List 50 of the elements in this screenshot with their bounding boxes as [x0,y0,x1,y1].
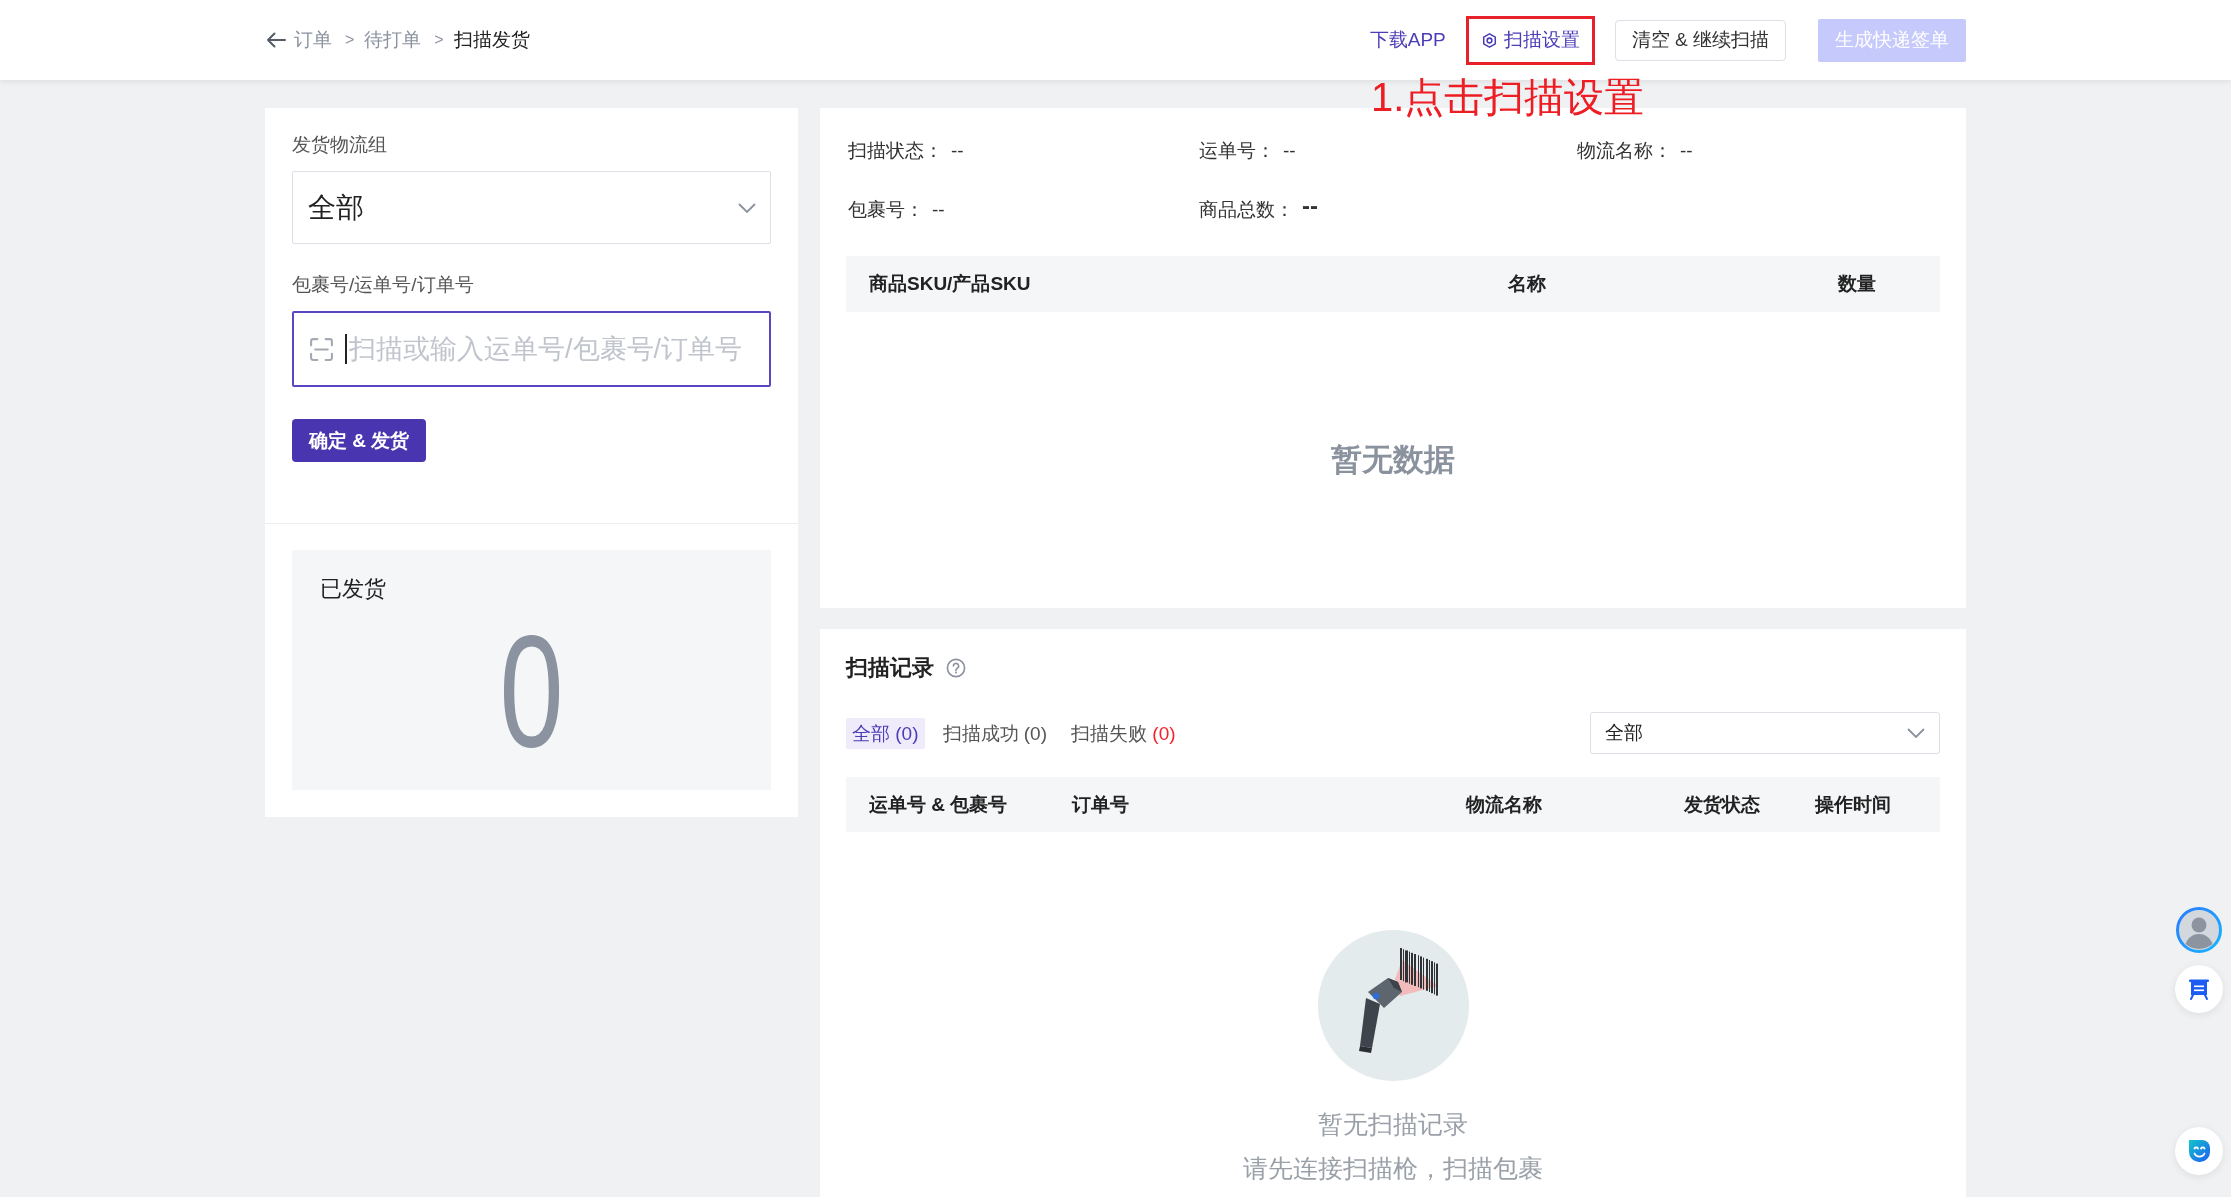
breadcrumb-separator: > [434,30,444,50]
text-link[interactable]: 下载APP [1369,19,1446,61]
easel-icon[interactable] [2175,965,2223,1013]
info-label: 商品总数： [1199,198,1294,222]
info-label: 包裹号： [848,198,924,222]
column-header: 商品SKU/产品SKU [869,272,1031,296]
field-label: 包裹号/运单号/订单号 [292,273,475,297]
info-label: 物流名称： [1577,139,1672,163]
column-header: 操作时间 [1815,792,1891,817]
column-header: 运单号 & 包裹号 [869,792,1008,817]
gear-icon [1480,31,1498,49]
column-header: 数量 [1838,272,1876,296]
empty-hint: 请先连接扫描枪，扫描包裹 [1243,1153,1543,1183]
settings-link[interactable]: 扫描设置 [1465,15,1595,65]
breadcrumb-separator: > [345,30,355,50]
outline-button[interactable]: 清空 & 继续扫描 [1614,19,1786,61]
smiley-icon[interactable] [2175,1127,2223,1175]
info-value: -- [1302,193,1318,219]
avatar-icon[interactable] [2176,907,2222,953]
info-value: -- [932,198,945,222]
info-label: 运单号： [1199,139,1275,163]
section-title: 扫描记录 [846,655,934,681]
info-value: -- [951,139,964,163]
filter-tab[interactable]: 全部 (0) [846,717,925,749]
scan-icon [309,337,334,362]
stat-label: 已发货 [320,575,386,603]
filter-tab[interactable]: 扫描成功 (0) [936,717,1054,749]
input-field[interactable]: 扫描或输入运单号/包裹号/订单号 [292,311,771,387]
chevron-down-icon [1907,728,1925,738]
filter-tab[interactable]: 扫描失败 (0) [1065,717,1182,749]
column-header: 发货状态 [1684,792,1760,817]
column-header: 名称 [1508,272,1546,296]
select-field[interactable]: 全部 [292,171,771,244]
field-label: 发货物流组 [292,133,388,157]
submit-button[interactable]: 确定 & 发货 [292,419,427,462]
column-header: 物流名称 [1466,792,1542,817]
annotation-text: 1.点击扫描设置 [1371,74,1645,121]
empty-title: 暂无扫描记录 [1318,1109,1468,1139]
back-arrow-icon[interactable] [266,32,286,48]
info-value: -- [1680,139,1693,163]
help-icon[interactable] [946,658,966,678]
info-label: 扫描状态： [848,139,943,163]
chevron-down-icon [738,202,756,213]
cursor-icon [345,334,347,364]
stat-value: 0 [499,616,564,766]
info-value: -- [1283,139,1296,163]
select-field[interactable]: 全部 [1590,712,1940,754]
empty-text: 暂无数据 [1331,441,1455,479]
column-header: 订单号 [1072,792,1129,817]
breadcrumb-current: 扫描发货 [453,28,530,52]
